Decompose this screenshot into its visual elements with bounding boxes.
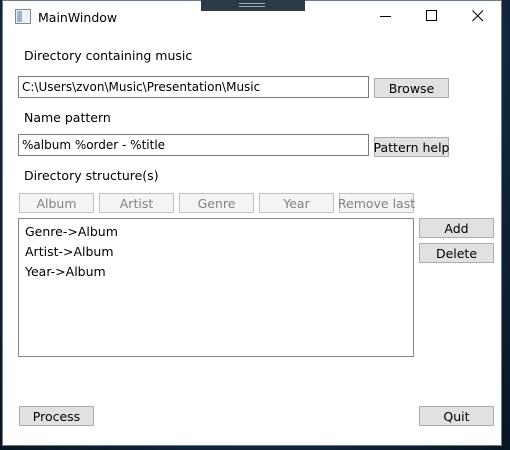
close-button[interactable] (455, 1, 501, 31)
window-app-icon (15, 9, 31, 24)
maximize-icon (426, 10, 437, 21)
structure-list[interactable]: Genre->Album Artist->Album Year->Album (18, 218, 414, 357)
maximize-button[interactable] (409, 1, 455, 31)
main-window: MainWindow Directory containing music C:… (2, 0, 502, 446)
pattern-help-button[interactable]: Pattern help (374, 137, 449, 157)
list-item[interactable]: Genre->Album (25, 224, 118, 239)
album-button[interactable]: Album (19, 193, 94, 213)
close-icon (472, 10, 484, 22)
delete-button[interactable]: Delete (419, 243, 494, 263)
minimize-button[interactable] (363, 1, 409, 31)
snap-grip[interactable] (201, 0, 305, 11)
process-button[interactable]: Process (19, 406, 94, 426)
list-item[interactable]: Year->Album (25, 264, 106, 279)
add-button[interactable]: Add (419, 218, 494, 238)
music-directory-label: Directory containing music (24, 48, 193, 63)
music-directory-input[interactable]: C:\Users\zvon\Music\Presentation\Music (18, 76, 369, 98)
name-pattern-input[interactable]: %album %order - %title (18, 134, 369, 156)
artist-button[interactable]: Artist (99, 193, 174, 213)
window-title: MainWindow (38, 10, 118, 25)
name-pattern-label: Name pattern (24, 110, 111, 125)
remove-last-button[interactable]: Remove last (338, 193, 415, 213)
browse-button[interactable]: Browse (374, 78, 449, 98)
genre-button[interactable]: Genre (179, 193, 254, 213)
minimize-icon (380, 16, 391, 17)
year-button[interactable]: Year (259, 193, 334, 213)
directory-structure-label: Directory structure(s) (24, 168, 159, 183)
quit-button[interactable]: Quit (419, 406, 494, 426)
list-item[interactable]: Artist->Album (25, 244, 114, 259)
